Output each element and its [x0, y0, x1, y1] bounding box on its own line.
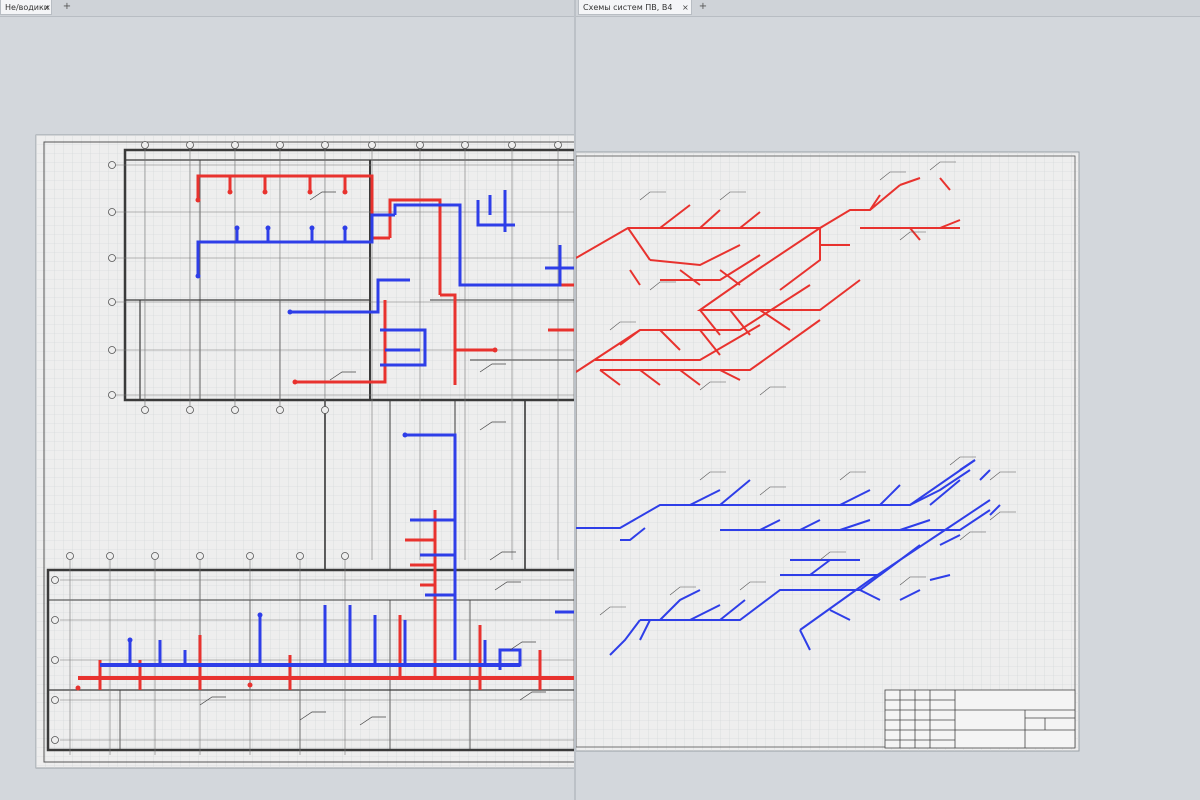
schematic-drawing[interactable]	[576, 0, 1200, 800]
floor-plan-drawing[interactable]	[0, 0, 575, 800]
title-block	[884, 689, 1076, 749]
schematic-pane[interactable]: Схемы систем ПВ, В4 × +	[576, 0, 1200, 800]
floor-plan-pane[interactable]: Нe/водики × +	[0, 0, 575, 800]
sheet-grid	[36, 135, 575, 768]
